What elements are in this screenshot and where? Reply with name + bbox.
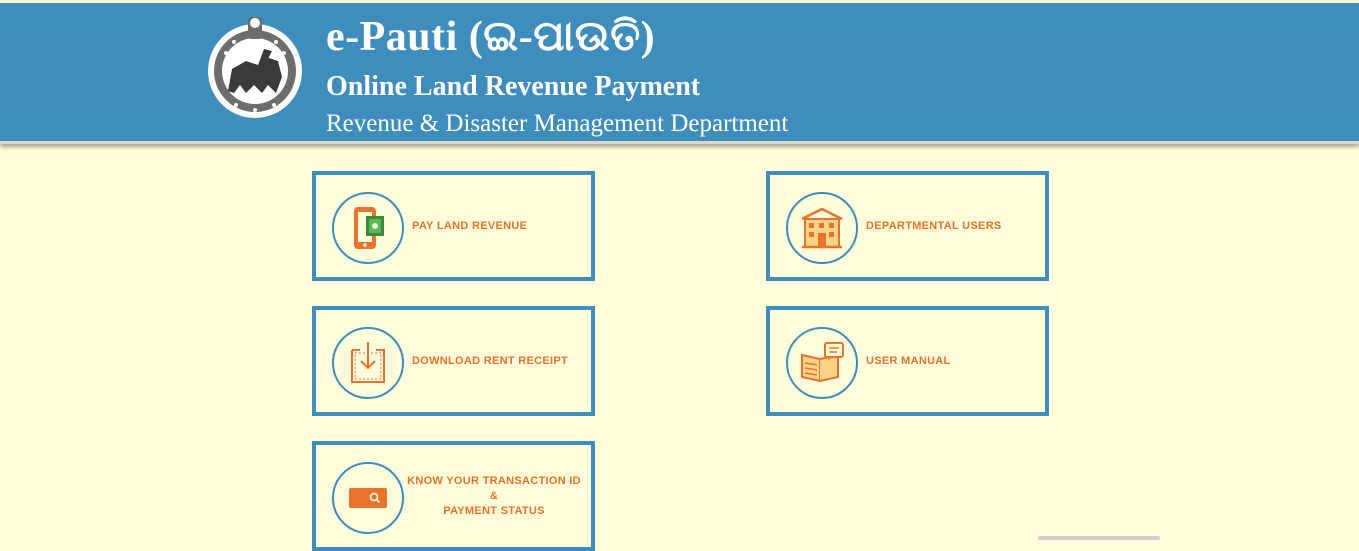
user-manual-card[interactable]: USER MANUAL [766, 306, 1049, 416]
odisha-emblem-icon [206, 15, 304, 123]
know-transaction-card[interactable]: KNOW YOUR TRANSACTION ID & PAYMENT STATU… [312, 441, 595, 551]
search-card-icon [349, 488, 387, 508]
departmental-users-icon-circle [786, 192, 858, 264]
download-rent-receipt-label: DOWNLOAD RENT RECEIPT [412, 355, 569, 367]
user-manual-label: USER MANUAL [866, 355, 951, 367]
manual-book-icon [801, 342, 844, 383]
departmental-users-label: DEPARTMENTAL USERS [866, 220, 1002, 232]
know-transaction-icon-circle [332, 462, 404, 534]
download-document-icon [351, 342, 385, 383]
pay-land-revenue-icon-circle [332, 192, 404, 264]
bottom-scroll-indicator[interactable] [1038, 536, 1160, 540]
app-subtitle: Online Land Revenue Payment [326, 71, 701, 102]
download-rent-receipt-icon-circle [332, 327, 404, 399]
know-transaction-label: KNOW YOUR TRANSACTION ID & PAYMENT STATU… [406, 445, 582, 547]
know-transaction-line3: PAYMENT STATUS [443, 504, 545, 517]
pay-land-revenue-card[interactable]: PAY LAND REVENUE [312, 171, 595, 281]
know-transaction-line2: & [489, 489, 499, 502]
pay-land-revenue-label: PAY LAND REVENUE [412, 220, 528, 232]
mobile-payment-icon [354, 207, 384, 249]
app-title: e-Pauti (ଇ-ପାଉତି) [326, 14, 656, 60]
user-manual-icon-circle [786, 327, 858, 399]
office-building-icon [801, 207, 843, 249]
department-name: Revenue & Disaster Management Department [326, 110, 789, 137]
download-rent-receipt-card[interactable]: DOWNLOAD RENT RECEIPT [312, 306, 595, 416]
know-transaction-line1: KNOW YOUR TRANSACTION ID [407, 474, 581, 487]
header-banner: e-Pauti (ଇ-ପାଉତି) Online Land Revenue Pa… [0, 3, 1359, 144]
departmental-users-card[interactable]: DEPARTMENTAL USERS [766, 171, 1049, 281]
